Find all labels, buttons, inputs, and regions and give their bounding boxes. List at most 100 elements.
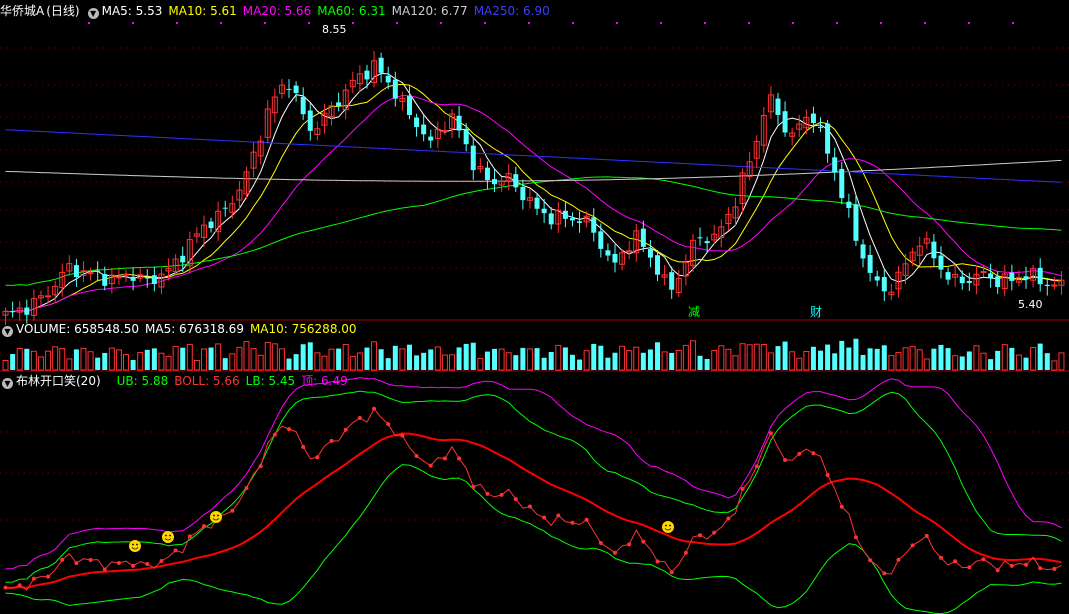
candle-body-down [456, 115, 462, 131]
candle-body-down [810, 113, 816, 124]
ma120-line [5, 159, 1062, 182]
smile-icon [129, 540, 141, 552]
volume-bar-down [406, 344, 412, 370]
close-dot [329, 438, 334, 443]
close-dot [116, 560, 121, 565]
volume-bar-up [619, 345, 626, 371]
candle-body-down [492, 179, 498, 185]
candle-body-down [548, 213, 554, 225]
candle-body-down [605, 250, 611, 256]
volume-bar-up [321, 355, 328, 371]
close-dot [499, 492, 504, 497]
close-dot [17, 583, 22, 588]
candle-body-down [669, 272, 675, 290]
close-dot [173, 548, 178, 553]
volume-bar-down [867, 348, 873, 370]
volume-bar-down [1037, 343, 1043, 370]
volume-bar-up [441, 354, 448, 371]
candle-body-down [697, 237, 703, 239]
volume-bar-down [300, 344, 306, 370]
close-dot [924, 533, 929, 538]
volume-bar-up [59, 347, 66, 371]
close-dot [74, 561, 79, 566]
close-dot [287, 427, 292, 432]
close-dot [641, 539, 646, 544]
smile-eye [669, 524, 671, 527]
candle-body-down [832, 157, 838, 173]
volume-bar-down [775, 346, 781, 370]
smile-face [162, 531, 174, 543]
close-dot [868, 558, 873, 563]
volume-bar-down [378, 349, 384, 370]
volume-bar-up [498, 348, 505, 371]
volume-bar-up [399, 348, 406, 371]
event-dot [132, 22, 134, 24]
volume-bar-up [626, 350, 633, 371]
volume-bar-down [569, 354, 575, 370]
candle-body-up [115, 276, 122, 279]
candle-body-down [846, 201, 852, 208]
close-dot [938, 555, 943, 560]
candle-body-down [569, 218, 575, 221]
volume-bar-down [513, 355, 519, 370]
candle-body-down [222, 207, 228, 209]
close-dot [187, 534, 192, 539]
close-dot [542, 515, 547, 520]
close-dot [768, 431, 773, 436]
volume-bar-up [80, 347, 87, 371]
candle-body-down [470, 145, 476, 171]
volume-bar-up [675, 349, 682, 371]
volume-bar-up [902, 347, 909, 371]
event-dot [528, 22, 530, 24]
candle-body-down [406, 95, 412, 116]
volume-bar-down [839, 340, 845, 370]
event-dot [836, 22, 838, 24]
volume-bar-up [682, 344, 689, 371]
volume-bar-down [414, 355, 420, 370]
volume-bar-down [470, 342, 476, 370]
volume-bar-down [95, 357, 101, 370]
volume-bar-down [782, 341, 788, 370]
candle-body-down [647, 249, 653, 258]
smile-icon [662, 521, 674, 533]
volume-bar-up [66, 358, 73, 371]
close-dot [442, 456, 447, 461]
volume-bar-up [760, 343, 767, 371]
grid [0, 22, 1069, 521]
volume-bar-up [200, 348, 207, 371]
volume-bar-up [555, 344, 562, 371]
close-dot [46, 574, 51, 579]
candle-body-down [562, 210, 568, 219]
candle-body-down [959, 276, 965, 284]
candle-body-down [208, 221, 214, 229]
smile-eye [136, 543, 138, 546]
close-dot [825, 473, 830, 478]
candle-body-down [775, 98, 781, 115]
candle-body-down [484, 167, 490, 181]
marker-cai: 财 [810, 305, 822, 319]
volume-bar-up [789, 351, 796, 371]
event-dot [484, 22, 486, 24]
volume-bar-down [669, 352, 675, 370]
smile-face [129, 540, 141, 552]
event-dot [396, 22, 398, 24]
volume-bar-down [456, 347, 462, 370]
upper-band [5, 390, 1062, 583]
close-dot [669, 570, 674, 575]
candle-body-up [626, 250, 633, 253]
close-dot [1009, 563, 1014, 568]
volume-bar-down [605, 357, 611, 370]
stock-chart[interactable]: 8.55 5.40 减 财 [0, 0, 1069, 614]
volume-bar-down [655, 342, 661, 370]
volume-bar-down [704, 358, 710, 370]
close-dot [584, 517, 589, 522]
close-dot [31, 576, 36, 581]
candlestick-series [2, 50, 1065, 325]
event-dot [748, 22, 750, 24]
volume-bar-up [732, 355, 739, 371]
candle-body-up [87, 272, 94, 275]
close-dot [513, 497, 518, 502]
volume-bar-down [959, 356, 965, 370]
smile-eye [665, 524, 667, 527]
candle-body-down [1037, 267, 1043, 285]
